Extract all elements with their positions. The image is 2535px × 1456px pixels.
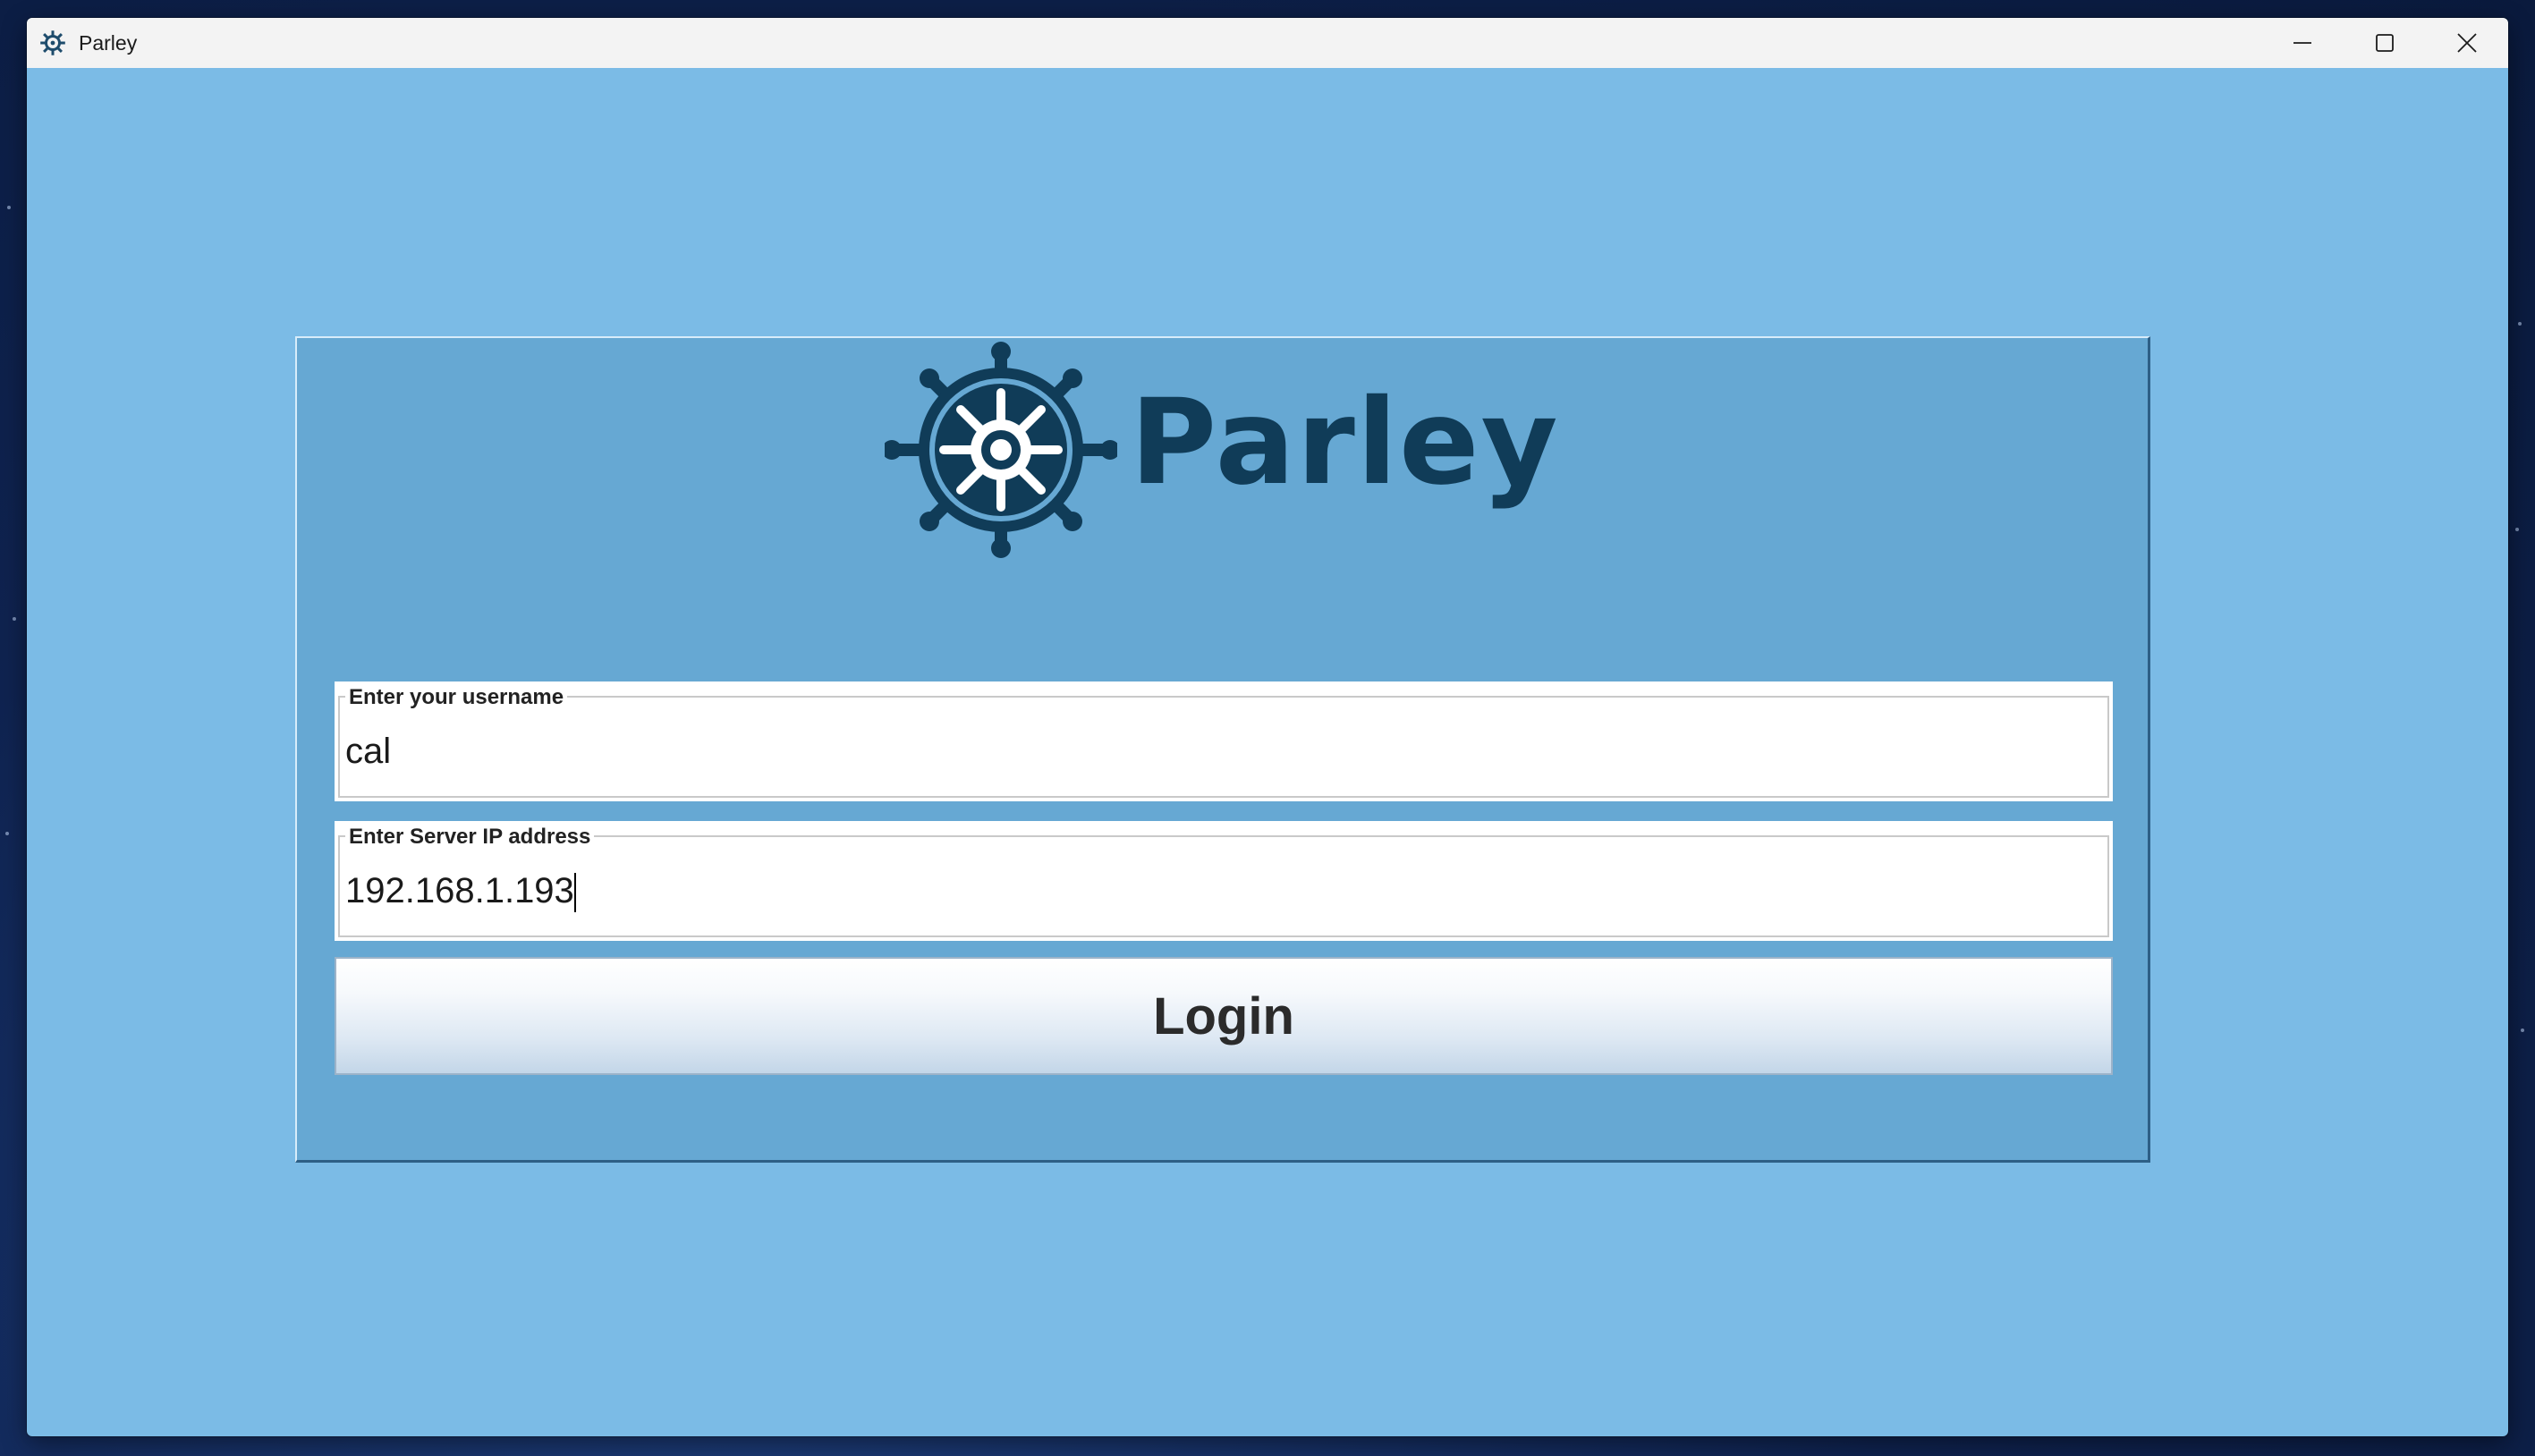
minimize-icon [2293,42,2311,44]
server-ip-field[interactable]: Enter Server IP address 192.168.1.193 [335,821,2113,941]
maximize-button[interactable] [2344,18,2426,68]
wallpaper-speck [5,832,9,835]
wallpaper-speck [13,617,16,621]
maximize-icon [2376,34,2394,52]
wallpaper-speck [7,206,11,209]
app-window: Parley Parley Enter your username cal En… [27,18,2508,1436]
server-ip-label: Enter Server IP address [345,825,595,850]
app-logo: Parley [297,340,2148,560]
login-panel: Parley Enter your username Enter Server … [295,336,2150,1163]
wallpaper-speck [2518,322,2522,326]
ship-wheel-icon [885,342,1118,558]
username-field[interactable]: Enter your username [335,681,2113,801]
wallpaper-speck [2515,528,2519,531]
logo-wordmark: Parley [1130,374,1560,512]
server-ip-value: 192.168.1.193 [345,871,574,910]
login-button[interactable]: Login [335,957,2113,1075]
close-button[interactable] [2426,18,2508,68]
minimize-button[interactable] [2261,18,2344,68]
text-caret [573,873,576,913]
username-input[interactable] [345,724,2090,778]
ship-wheel-icon [38,28,68,58]
username-label: Enter your username [345,685,568,710]
server-ip-input[interactable]: 192.168.1.193 [345,864,2090,918]
window-controls [2261,18,2508,68]
close-icon [2457,33,2477,53]
wallpaper-speck [2521,1029,2524,1032]
window-title: Parley [79,30,138,55]
title-bar[interactable]: Parley [27,18,2508,68]
